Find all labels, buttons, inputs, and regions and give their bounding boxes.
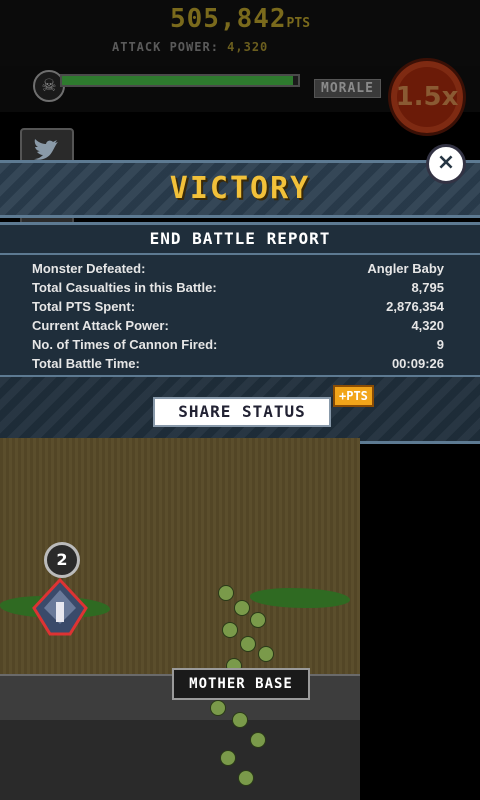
mother-base-yard (0, 720, 360, 800)
report-row-label: Total PTS Spent: (32, 299, 136, 314)
report-row-label: Total Casualties in this Battle: (32, 280, 217, 295)
report-row-value: 00:09:26 (391, 356, 444, 371)
soldier (250, 612, 266, 628)
report-row-value: Angler Baby (367, 261, 444, 276)
share-band: SHARE STATUS +PTS (0, 375, 480, 441)
report-row-label: Monster Defeated: (32, 261, 146, 276)
report-row: Monster Defeated: Angler Baby (32, 261, 444, 280)
report-row-label: Current Attack Power: (32, 318, 169, 333)
report-row-value: 8,795 (411, 280, 444, 295)
attack-power-label: ATTACK POWER: (112, 40, 219, 54)
mother-base-label[interactable]: MOTHER BASE (172, 668, 310, 700)
ship-icon[interactable] (30, 577, 90, 638)
monster-health-bar (60, 74, 300, 87)
soldier (238, 770, 254, 786)
report-row: Total Casualties in this Battle: 8,795 (32, 280, 444, 299)
report-header: END BATTLE REPORT (0, 225, 480, 255)
share-status-button[interactable]: SHARE STATUS (153, 397, 331, 427)
soldier (210, 700, 226, 716)
morale-label: MORALE (314, 79, 381, 98)
report-row: Total Battle Time: 00:09:26 (32, 356, 444, 375)
report-row: Current Attack Power: 4,320 (32, 318, 444, 337)
report-row-value: 4,320 (411, 318, 444, 333)
soldier (240, 636, 256, 652)
report-row-label: Total Battle Time: (32, 356, 140, 371)
victory-banner: VICTORY (0, 160, 480, 218)
monster-status-bar: ☠ MORALE 1.5x (0, 58, 480, 136)
points-value: 505,842 (169, 4, 287, 34)
report-row-value: 9 (436, 337, 444, 352)
monster-health-fill (62, 76, 294, 85)
soldier (232, 712, 248, 728)
report-row: No. of Times of Cannon Fired: 9 (32, 337, 444, 356)
points-unit: PTS (286, 16, 311, 31)
points-display: 505,842PTS (0, 4, 480, 34)
report-row: Total PTS Spent: 2,876,354 (32, 299, 444, 318)
report-row-value: 2,876,354 (386, 299, 444, 314)
unit-count-marker[interactable]: 2 (44, 542, 80, 578)
bonus-pts-badge: +PTS (333, 385, 374, 407)
morale-multiplier-badge[interactable]: 1.5x (388, 58, 466, 136)
close-button[interactable]: × (426, 144, 466, 184)
soldier (258, 646, 274, 662)
soldier (250, 732, 266, 748)
soldier (220, 750, 236, 766)
battle-report-panel: END BATTLE REPORT Monster Defeated: Angl… (0, 222, 480, 444)
soldier (222, 622, 238, 638)
soldier (218, 585, 234, 601)
victory-title: VICTORY (169, 171, 311, 206)
soldier (234, 600, 250, 616)
close-icon: × (436, 150, 456, 175)
attack-power-value: 4,320 (227, 40, 269, 54)
top-hud: 505,842PTS ATTACK POWER: 4,320 (0, 0, 480, 70)
report-row-label: No. of Times of Cannon Fired: (32, 337, 218, 352)
attack-power-display: ATTACK POWER: 4,320 (112, 40, 268, 54)
